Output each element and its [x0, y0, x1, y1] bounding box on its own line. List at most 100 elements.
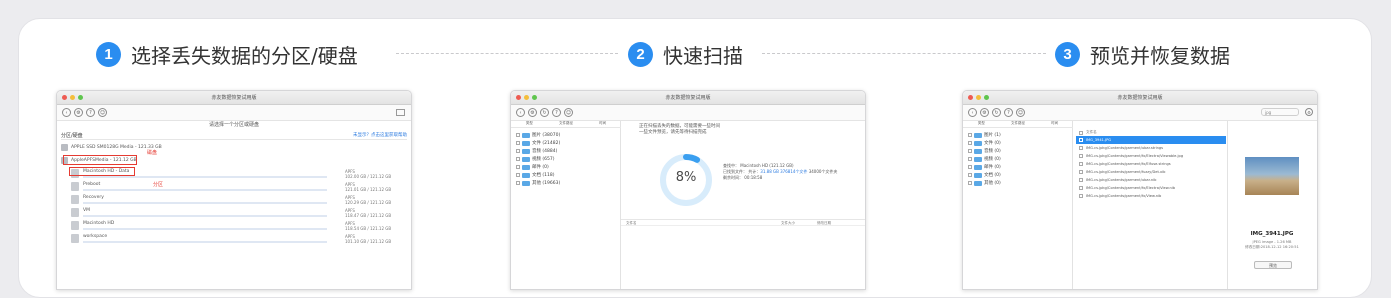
col-date[interactable]: 修改日期: [817, 221, 831, 226]
list-item[interactable]: IMG_3941.JPG: [1076, 136, 1226, 144]
disk-row[interactable]: APPLE SSD SM0128G Media - 121.33 GB: [61, 142, 407, 152]
checkbox[interactable]: [1079, 170, 1083, 174]
gear-icon[interactable]: ⚙: [74, 108, 83, 117]
checkbox[interactable]: [968, 157, 972, 161]
help-icon[interactable]: ?: [552, 108, 561, 117]
file-name: IMG.cs.jpkg/Contents/garment/fx/Electra/…: [1086, 154, 1184, 158]
checkbox[interactable]: [968, 133, 972, 137]
checkbox[interactable]: [516, 157, 520, 161]
checkbox[interactable]: [516, 141, 520, 145]
list-item[interactable]: IMG.cs.jpkg/Contents/garment/ubar.string…: [1076, 144, 1226, 152]
zoom-icon[interactable]: [78, 95, 83, 100]
tab-type[interactable]: 类型: [963, 121, 1000, 127]
checkbox[interactable]: [1079, 194, 1083, 198]
checkbox[interactable]: [968, 165, 972, 169]
folder-item[interactable]: 图片 (38070): [516, 132, 560, 138]
volume-row[interactable]: Preboot APFS 121.01 GB / 121.12 GB: [71, 181, 407, 193]
checkbox[interactable]: [516, 133, 520, 137]
search-input[interactable]: jpg: [1261, 108, 1299, 116]
traffic-lights[interactable]: [516, 95, 537, 100]
volume-row[interactable]: Recovery APFS 120.29 GB / 121.12 GB: [71, 194, 407, 206]
checkbox[interactable]: [516, 149, 520, 153]
list-item[interactable]: IMG.cs.jpkg/Contents/garment/fx/Electra/…: [1076, 152, 1226, 160]
folder-item[interactable]: 文件 (0): [968, 140, 1001, 146]
close-icon[interactable]: [968, 95, 973, 100]
folder-item[interactable]: 其他 (0): [968, 180, 1001, 186]
folder-item[interactable]: 图片 (1): [968, 132, 1001, 138]
back-icon[interactable]: ‹: [516, 108, 525, 117]
folder-item[interactable]: 文档 (0): [968, 172, 1001, 178]
minimize-icon[interactable]: [976, 95, 981, 100]
folder-item[interactable]: 其他 (19663): [516, 180, 560, 186]
folder-item[interactable]: 音频 (0): [968, 148, 1001, 154]
checkbox[interactable]: [1079, 138, 1083, 142]
checkbox[interactable]: [1079, 154, 1083, 158]
traffic-lights[interactable]: [968, 95, 989, 100]
tab-time[interactable]: 时间: [1036, 121, 1073, 127]
checkbox[interactable]: [1079, 178, 1083, 182]
list-item[interactable]: IMG.cs.jpkg/Contents/garment/fx/Elfuse.s…: [1076, 160, 1226, 168]
user-icon[interactable]: ☺: [98, 108, 107, 117]
usage-bar: [83, 202, 327, 204]
file-list: 文件名 IMG_3941.JPG IMG.cs.jpkg/Contents/ga…: [1076, 129, 1226, 200]
zoom-icon[interactable]: [532, 95, 537, 100]
checkbox[interactable]: [968, 173, 972, 177]
folder-item[interactable]: 音频 (4884): [516, 148, 557, 154]
checkbox[interactable]: [968, 141, 972, 145]
zoom-icon[interactable]: [984, 95, 989, 100]
folder-item[interactable]: 邮件 (0): [516, 164, 549, 170]
refresh-icon[interactable]: ↻: [540, 108, 549, 117]
list-item[interactable]: IMG.cs.jpkg/Contents/garment/ubar.nib: [1076, 176, 1226, 184]
folder-item[interactable]: 视频 (657): [516, 156, 555, 162]
checkbox[interactable]: [516, 173, 520, 177]
settings-icon[interactable]: ⚙: [1305, 108, 1313, 116]
checkbox[interactable]: [516, 165, 520, 169]
checkbox[interactable]: [516, 181, 520, 185]
back-icon[interactable]: ‹: [62, 108, 71, 117]
list-item[interactable]: IMG.cs.jpkg/Contents/garment/fx/View.nib: [1076, 192, 1226, 200]
checkbox[interactable]: [968, 181, 972, 185]
back-icon[interactable]: ‹: [968, 108, 977, 117]
checkbox[interactable]: [1079, 130, 1083, 135]
volume-row[interactable]: workspace APFS 101.10 GB / 121.12 GB: [71, 233, 407, 245]
folder-item[interactable]: 视频 (0): [968, 156, 1001, 162]
close-icon[interactable]: [62, 95, 67, 100]
tab-path[interactable]: 文件路径: [1000, 121, 1037, 127]
user-icon[interactable]: ☺: [1016, 108, 1025, 117]
help-icon[interactable]: ?: [1004, 108, 1013, 117]
folder-item[interactable]: 文件 (21482): [516, 140, 560, 146]
volume-row[interactable]: VM APFS 118.47 GB / 121.12 GB: [71, 207, 407, 219]
list-item[interactable]: IMG.cs.jpkg/Contents/garment/fuzzy/Det.x…: [1076, 168, 1226, 176]
checkbox[interactable]: [1079, 186, 1083, 190]
close-icon[interactable]: [516, 95, 521, 100]
file-name: IMG.cs.jpkg/Contents/garment/ubar.string…: [1086, 146, 1164, 150]
file-name: IMG.cs.jpkg/Contents/garment/ubar.nib: [1086, 178, 1157, 182]
folder-item[interactable]: 文档 (118): [516, 172, 555, 178]
menu-icon[interactable]: [396, 109, 405, 116]
refresh-icon[interactable]: ↻: [992, 108, 1001, 117]
checkbox[interactable]: [1079, 162, 1083, 166]
col-name[interactable]: 文件名: [626, 221, 637, 226]
checkbox[interactable]: [968, 149, 972, 153]
tab-time[interactable]: 时间: [584, 121, 621, 127]
col-size[interactable]: 文件大小: [781, 221, 795, 226]
time-label: 剩余时间：: [723, 175, 743, 180]
help-link[interactable]: 未显示？点击这里获取帮助: [353, 132, 407, 138]
volume-icon: [71, 208, 79, 217]
minimize-icon[interactable]: [524, 95, 529, 100]
help-icon[interactable]: ?: [86, 108, 95, 117]
volume-row[interactable]: Macintosh HD APFS 118.54 GB / 121.12 GB: [71, 220, 407, 232]
gear-icon[interactable]: ⚙: [980, 108, 989, 117]
checkbox[interactable]: [1079, 146, 1083, 150]
tab-type[interactable]: 类型: [511, 121, 548, 127]
traffic-lights[interactable]: [62, 95, 83, 100]
folder-label: 音频 (4884): [532, 149, 558, 154]
gear-icon[interactable]: ⚙: [528, 108, 537, 117]
tab-path[interactable]: 文件路径: [548, 121, 585, 127]
folder-item[interactable]: 邮件 (0): [968, 164, 1001, 170]
user-icon[interactable]: ☺: [564, 108, 573, 117]
annotation-disk: 磁盘: [147, 150, 158, 156]
minimize-icon[interactable]: [70, 95, 75, 100]
list-item[interactable]: IMG.cs.jpkg/Contents/garment/fx/Electra/…: [1076, 184, 1226, 192]
preview-button[interactable]: 预览: [1254, 261, 1292, 269]
